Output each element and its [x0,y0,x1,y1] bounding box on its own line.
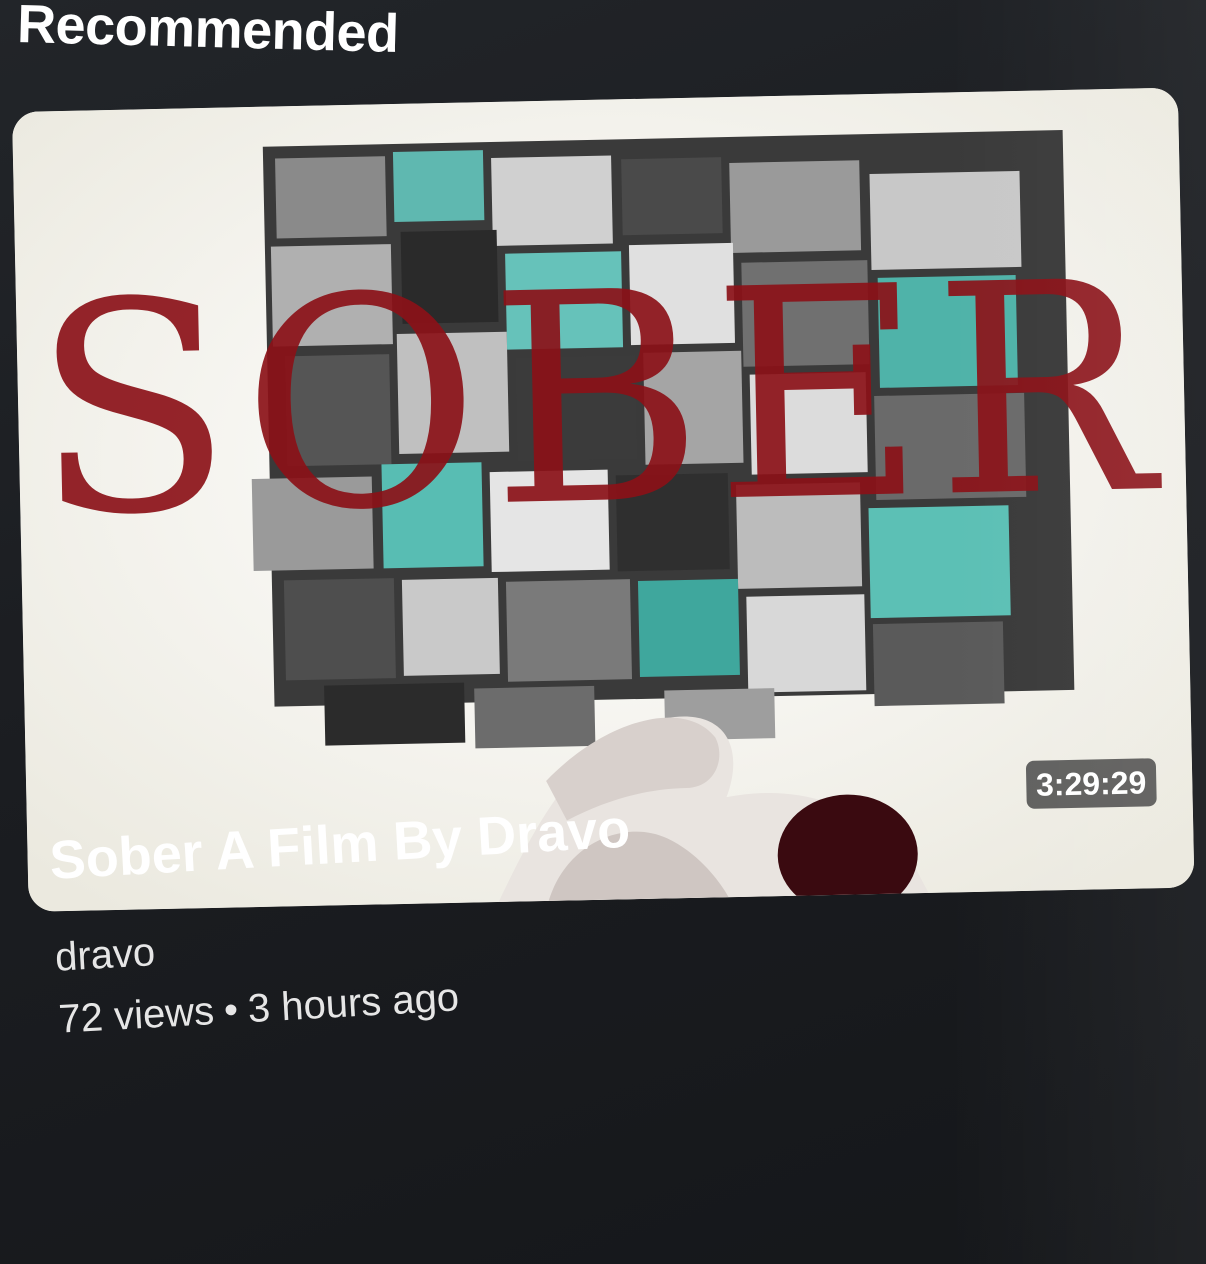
video-meta: Sober A Film By Dravo dravo 72 views • 3 h… [48,798,640,1044]
duration-badge: 3:29:29 [1025,758,1157,809]
section-title: Recommended [16,0,400,64]
thumbnail-title-text: SOBER [30,220,1166,581]
video-thumbnail[interactable]: SOBER 3:29:29 [12,87,1195,912]
separator-dot: • [222,987,240,1033]
thumbnail-artwork: SOBER [12,87,1195,912]
video-card[interactable]: SOBER 3:29:29 [12,87,1206,912]
recommended-screen: Recommended SOBER 3:29:29 Sober A Film B… [0,0,1206,1264]
upload-age: 3 hours ago [246,975,461,1032]
view-count: 72 views [57,989,216,1042]
